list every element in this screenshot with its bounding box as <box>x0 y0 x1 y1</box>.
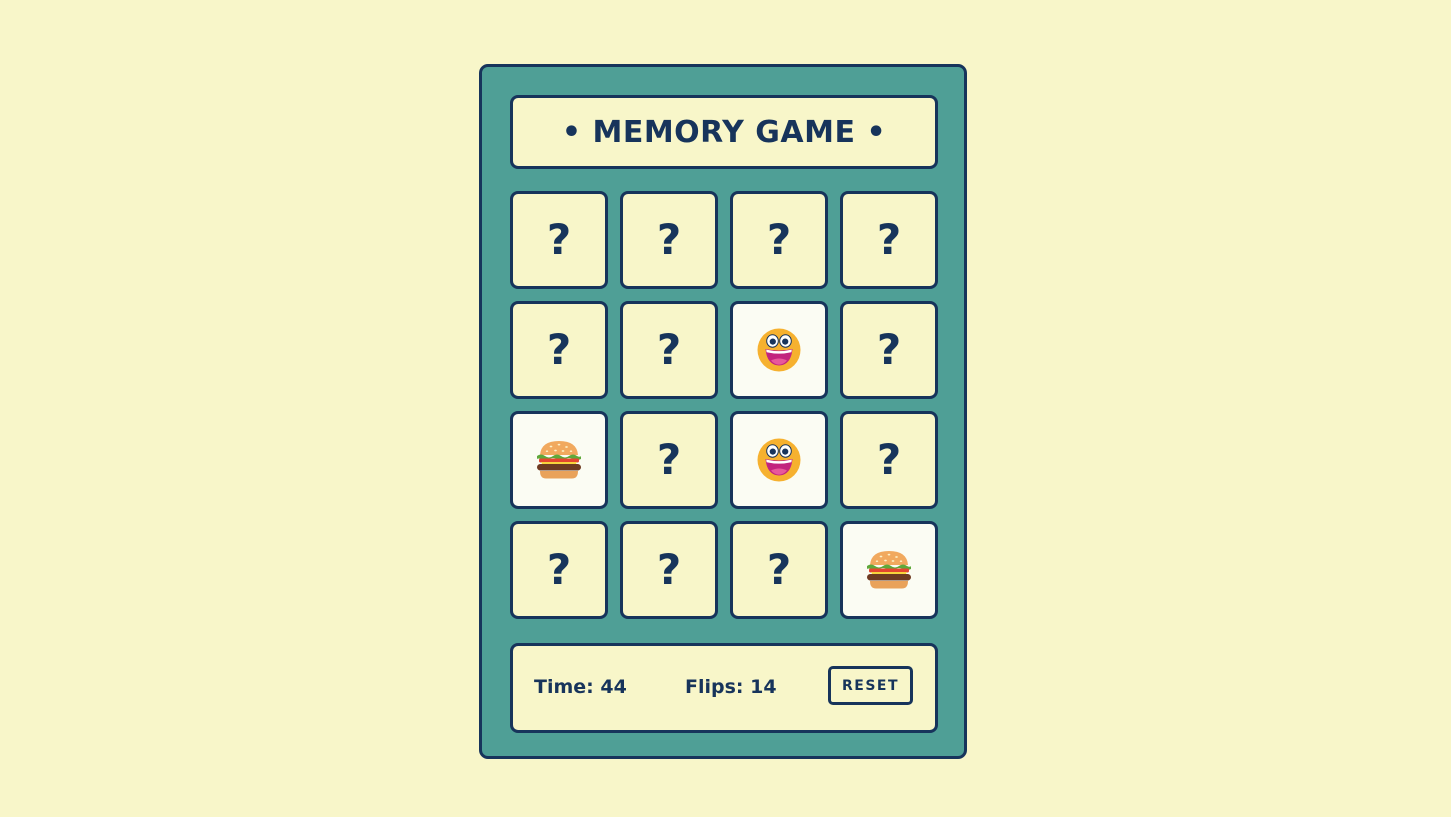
card-8[interactable]: ? <box>840 301 938 399</box>
card-6[interactable]: ? <box>620 301 718 399</box>
reset-button[interactable]: RESET <box>828 666 913 705</box>
flips-counter: Flips: 14 <box>685 676 777 698</box>
card-12[interactable]: ? <box>840 411 938 509</box>
question-mark: ? <box>546 545 572 594</box>
card-4[interactable]: ? <box>840 191 938 289</box>
card-3[interactable]: ? <box>730 191 828 289</box>
game-title: • MEMORY GAME • <box>561 114 887 150</box>
card-2[interactable]: ? <box>620 191 718 289</box>
question-mark: ? <box>546 325 572 374</box>
question-mark: ? <box>766 215 792 264</box>
grinning-face-icon <box>757 438 801 482</box>
card-16[interactable] <box>840 521 938 619</box>
grinning-face-icon <box>757 328 801 372</box>
card-1[interactable]: ? <box>510 191 608 289</box>
question-mark: ? <box>546 215 572 264</box>
question-mark: ? <box>656 435 682 484</box>
card-7[interactable] <box>730 301 828 399</box>
question-mark: ? <box>656 325 682 374</box>
question-mark: ? <box>656 215 682 264</box>
hamburger-icon <box>537 441 581 479</box>
card-13[interactable]: ? <box>510 521 608 619</box>
hamburger-icon <box>867 551 911 589</box>
question-mark: ? <box>876 325 902 374</box>
card-11[interactable] <box>730 411 828 509</box>
question-mark: ? <box>656 545 682 594</box>
question-mark: ? <box>766 545 792 594</box>
time-counter: Time: 44 <box>534 676 627 698</box>
question-mark: ? <box>876 215 902 264</box>
card-14[interactable]: ? <box>620 521 718 619</box>
game-board: • MEMORY GAME • ? ? ? ? ? ? ? ? ? ? ? ? … <box>479 64 967 759</box>
card-10[interactable]: ? <box>620 411 718 509</box>
card-15[interactable]: ? <box>730 521 828 619</box>
question-mark: ? <box>876 435 902 484</box>
title-panel: • MEMORY GAME • <box>510 95 938 169</box>
card-grid: ? ? ? ? ? ? ? ? ? ? ? ? <box>510 191 942 621</box>
status-panel: Time: 44 Flips: 14 RESET <box>510 643 938 733</box>
card-5[interactable]: ? <box>510 301 608 399</box>
card-9[interactable] <box>510 411 608 509</box>
